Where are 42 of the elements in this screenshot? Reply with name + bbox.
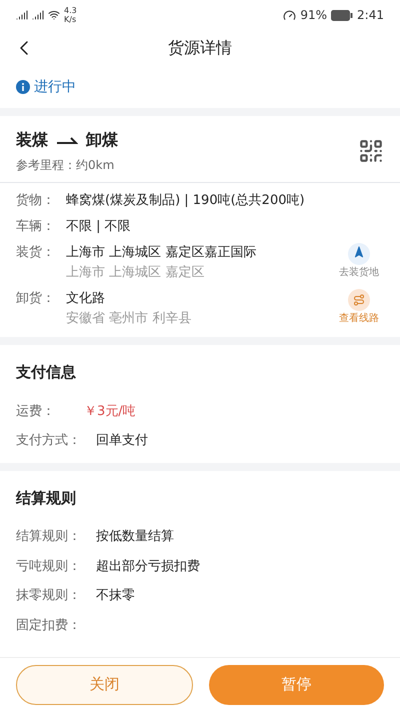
address-detail: 安徽省 亳州市 利辛县 [66,310,192,328]
field-value: 蜂窝煤(煤炭及制品) | 190吨(总共200吨) [66,192,306,210]
field-value: 不限 | 不限 [66,218,132,236]
view-route-button[interactable]: 查看线路 [334,289,384,326]
field-value: 超出部分亏损扣费 [96,558,200,576]
page-title: 货源详情 [168,37,232,59]
field-value: 回单支付 [96,432,148,450]
battery-icon [331,10,354,20]
field-value: 上海市 上海城区 嘉定区嘉正国际 [66,244,258,262]
signal-icon [32,9,44,21]
field-value: ￥3元/吨 [84,402,136,420]
network-speed: 4.3 K/s [64,6,78,24]
close-button[interactable]: 关闭 [16,664,193,704]
field-label: 结算规则： [16,528,82,546]
field-label: 抹零规则： [16,587,82,605]
section-title: 支付信息 [16,362,77,383]
field-label: 车辆： [16,218,56,236]
field-label: 运费： [16,402,56,420]
gauge-icon [283,8,296,22]
clock-time: 2:41 [357,7,384,24]
info-icon [16,80,30,94]
qr-code-icon[interactable] [358,138,384,164]
navigate-button[interactable]: 去装货地 [334,243,384,280]
pause-button[interactable]: 暂停 [209,664,384,704]
field-label: 货物： [16,192,56,210]
field-label: 装货： [16,244,56,262]
field-label: 支付方式： [16,432,82,450]
field-value: 文化路 [66,290,106,308]
section-title: 结算规则 [16,488,77,508]
field-label: 固定扣费： [16,616,82,634]
field-value: 不抹零 [96,587,135,605]
field-value: 按低数量结算 [96,528,174,546]
battery-level: 91% [300,7,328,24]
status-label: 进行中 [34,78,76,96]
route-origin: 装煤 [16,129,48,151]
field-label: 亏吨规则： [16,558,82,576]
field-label: 卸货： [16,290,56,308]
signal-icon [16,9,28,21]
distance-text: 参考里程：约0km [16,157,116,174]
route-icon [353,294,365,306]
route-destination: 卸煤 [86,129,118,151]
address-detail: 上海市 上海城区 嘉定区 [66,264,206,282]
